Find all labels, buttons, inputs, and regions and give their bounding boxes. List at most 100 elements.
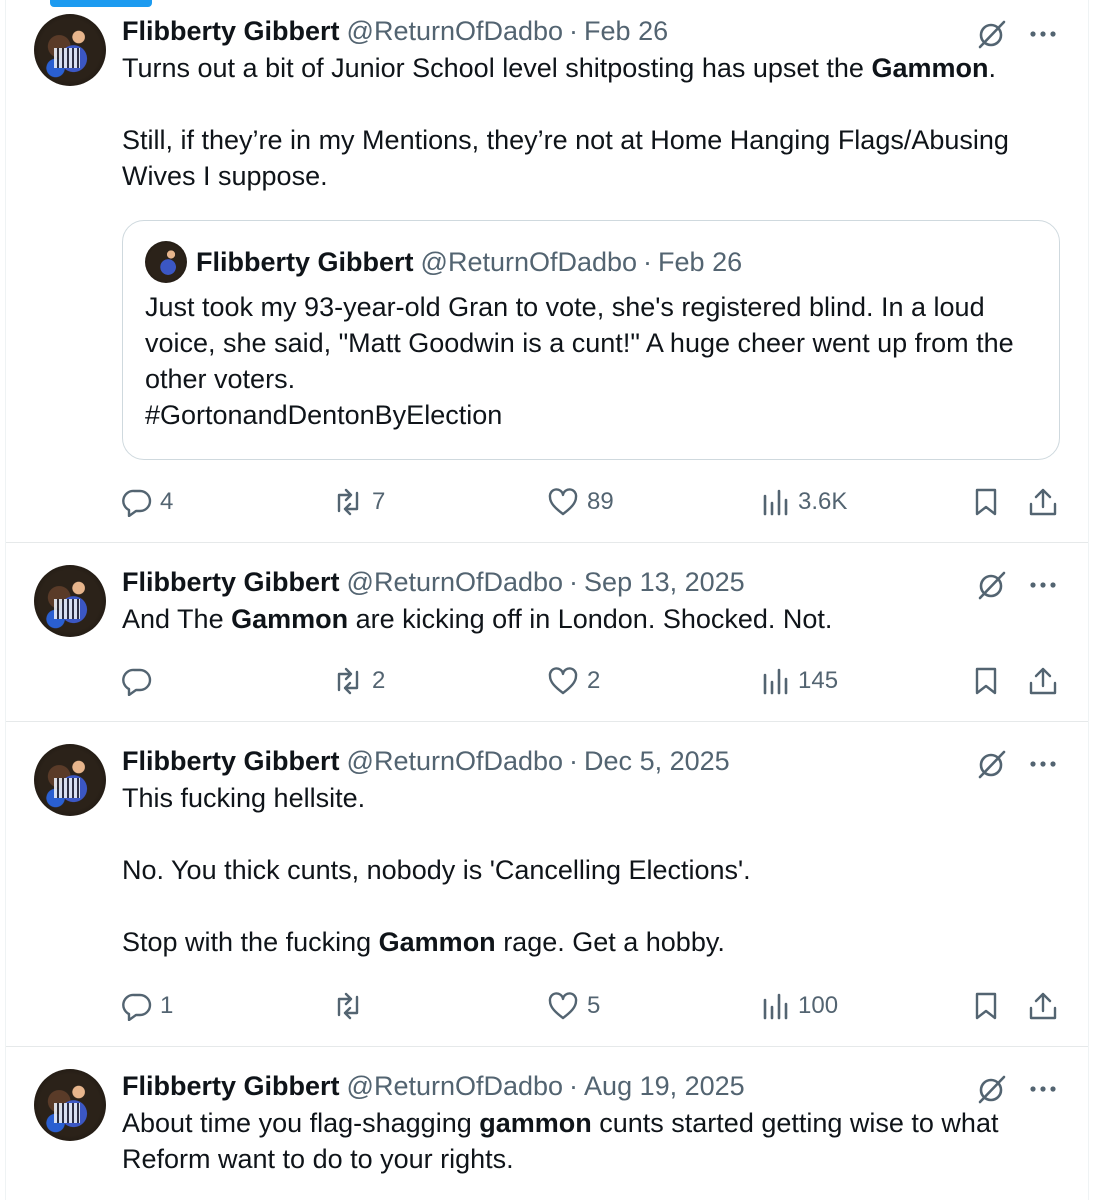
avatar[interactable] [34, 744, 106, 816]
like-count: 89 [587, 488, 614, 515]
tweet-actions: 4 7 89 3.6K [122, 485, 1058, 519]
like-count: 2 [587, 667, 601, 694]
view-count: 100 [798, 992, 839, 1019]
repost-icon [332, 666, 364, 696]
heart-icon [547, 991, 579, 1021]
tweet-top-actions [976, 18, 1058, 50]
tweet-header: Flibberty Gibbert @ReturnOfDadbo · Aug 1… [122, 1069, 1060, 1103]
reply-button[interactable]: 4 [122, 487, 173, 517]
repost-count: 7 [372, 488, 386, 515]
author-handle[interactable]: @ReturnOfDadbo [347, 565, 564, 599]
reply-count: 4 [160, 488, 174, 515]
quoted-tweet[interactable]: Flibberty Gibbert @ReturnOfDadbo · Feb 2… [122, 220, 1060, 460]
tweet-text-bold: Gammon [231, 604, 349, 634]
tweet-top-actions [976, 569, 1058, 601]
author-name[interactable]: Flibberty Gibbert [122, 744, 340, 778]
quote-header: Flibberty Gibbert @ReturnOfDadbo · Feb 2… [145, 241, 1037, 283]
tweet-text-bold: Gammon [378, 927, 496, 957]
separator: · [569, 746, 579, 776]
quote-date: Feb 26 [658, 247, 743, 277]
tweet-text-segment: About time you flag-shagging [122, 1108, 480, 1138]
repost-count: 2 [372, 667, 386, 694]
view-count: 145 [798, 667, 839, 694]
avatar[interactable] [34, 14, 106, 86]
author-handle[interactable]: @ReturnOfDadbo [347, 1069, 564, 1103]
bookmark-button[interactable] [972, 487, 1000, 517]
reply-count: 1 [160, 992, 174, 1019]
timeline: Flibberty Gibbert @ReturnOfDadbo · Feb 2… [5, 0, 1089, 1200]
avatar[interactable] [34, 565, 106, 637]
grok-icon[interactable] [976, 748, 1008, 780]
reply-button[interactable] [122, 666, 160, 696]
tweet-header: Flibberty Gibbert @ReturnOfDadbo · Sep 1… [122, 565, 1060, 599]
share-button[interactable] [1028, 666, 1058, 696]
author-handle[interactable]: @ReturnOfDadbo [347, 14, 564, 48]
author-name[interactable]: Flibberty Gibbert [122, 565, 340, 599]
tweet-text-bold: Gammon [871, 53, 989, 83]
views-button[interactable]: 3.6K [762, 487, 847, 517]
bookmark-icon [972, 991, 1000, 1021]
tweet[interactable]: Flibberty Gibbert @ReturnOfDadbo · Feb 2… [6, 0, 1088, 543]
view-count: 3.6K [798, 488, 848, 515]
author-name[interactable]: Flibberty Gibbert [122, 1069, 340, 1103]
share-button[interactable] [1028, 487, 1058, 517]
tweet-text: Turns out a bit of Junior School level s… [122, 50, 1060, 194]
tweet-actions: 2 2 145 [122, 664, 1058, 698]
bookmark-button[interactable] [972, 666, 1000, 696]
separator: · [643, 247, 653, 277]
grok-icon[interactable] [976, 1073, 1008, 1105]
share-button[interactable] [1028, 991, 1058, 1021]
tweet-header: Flibberty Gibbert @ReturnOfDadbo · Feb 2… [122, 14, 1060, 48]
reply-icon [122, 991, 152, 1021]
quote-author-handle: @ReturnOfDadbo [420, 247, 638, 277]
more-icon[interactable] [1028, 29, 1058, 39]
like-button[interactable]: 89 [547, 487, 614, 517]
reply-icon [122, 666, 152, 696]
quote-avatar [145, 241, 187, 283]
tweet-header: Flibberty Gibbert @ReturnOfDadbo · Dec 5… [122, 744, 1060, 778]
views-button[interactable]: 145 [762, 666, 838, 696]
tweet-text-bold: gammon [479, 1108, 592, 1138]
views-icon [762, 487, 790, 517]
tweet-date[interactable]: Feb 26 [584, 14, 668, 48]
tweet-top-actions [976, 1073, 1058, 1105]
like-button[interactable]: 5 [547, 991, 600, 1021]
grok-icon[interactable] [976, 18, 1008, 50]
tweet-actions: 1 5 100 [122, 989, 1058, 1023]
tweet-text-segment: Turns out a bit of Junior School level s… [122, 53, 872, 83]
heart-icon [547, 487, 579, 517]
repost-button[interactable]: 2 [332, 666, 385, 696]
tweet-text: About time you flag-shagging gammon cunt… [122, 1105, 1060, 1177]
share-icon [1028, 991, 1058, 1021]
like-button[interactable]: 2 [547, 666, 600, 696]
avatar[interactable] [34, 1069, 106, 1141]
tweet-date[interactable]: Aug 19, 2025 [584, 1069, 745, 1103]
more-icon[interactable] [1028, 580, 1058, 590]
views-icon [762, 991, 790, 1021]
tweet[interactable]: Flibberty Gibbert @ReturnOfDadbo · Sep 1… [6, 543, 1088, 722]
author-handle[interactable]: @ReturnOfDadbo [347, 744, 564, 778]
repost-button[interactable] [332, 991, 372, 1021]
tweet-date[interactable]: Dec 5, 2025 [584, 744, 730, 778]
views-button[interactable]: 100 [762, 991, 838, 1021]
share-icon [1028, 487, 1058, 517]
heart-icon [547, 666, 579, 696]
more-icon[interactable] [1028, 759, 1058, 769]
reply-button[interactable]: 1 [122, 991, 173, 1021]
tweet[interactable]: Flibberty Gibbert @ReturnOfDadbo · Aug 1… [6, 1047, 1088, 1200]
bookmark-icon [972, 487, 1000, 517]
tweet[interactable]: Flibberty Gibbert @ReturnOfDadbo · Dec 5… [6, 722, 1088, 1047]
tweet-date[interactable]: Sep 13, 2025 [584, 565, 745, 599]
author-name[interactable]: Flibberty Gibbert [122, 14, 340, 48]
quote-author-name: Flibberty Gibbert [196, 247, 414, 277]
grok-icon[interactable] [976, 569, 1008, 601]
more-icon[interactable] [1028, 1084, 1058, 1094]
bookmark-button[interactable] [972, 991, 1000, 1021]
views-icon [762, 666, 790, 696]
repost-button[interactable]: 7 [332, 487, 385, 517]
bookmark-icon [972, 666, 1000, 696]
tweet-text-segment: And The [122, 604, 232, 634]
tweet-text: This fucking hellsite. No. You thick cun… [122, 780, 1060, 960]
quote-text: Just took my 93-year-old Gran to vote, s… [145, 292, 1014, 430]
tweet-top-actions [976, 748, 1058, 780]
